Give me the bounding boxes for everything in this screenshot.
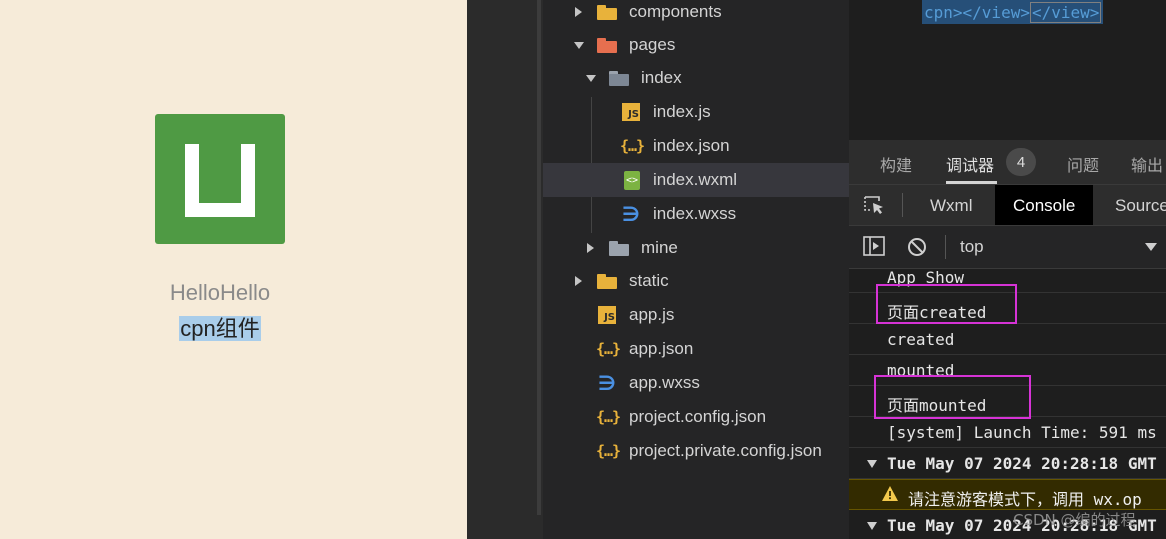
console-group[interactable]: Tue May 07 2024 20:28:18 GMT [849, 448, 1166, 479]
tree-item-index-wxml[interactable]: <> index.wxml [543, 163, 849, 197]
tree-item-project-private-config[interactable]: {…} project.private.config.json [543, 434, 849, 468]
warning-icon [881, 485, 899, 506]
panel-gap [467, 0, 543, 539]
console-line: [system] Launch Time: 591 ms [849, 417, 1166, 448]
wxml-file-icon: <> [622, 170, 642, 190]
chevron-down-icon[interactable] [867, 522, 877, 530]
tree-item-label: mine [641, 238, 678, 257]
tree-item-label: index.js [653, 102, 711, 121]
components-folder-icon [597, 2, 617, 22]
tree-item-label: components [629, 2, 722, 21]
pages-folder-icon [597, 35, 617, 55]
js-file-icon: JS [621, 102, 641, 122]
matching-tag: </view> [1029, 1, 1102, 23]
chevron-right-icon[interactable] [575, 276, 582, 286]
debugger-panel: 构建 调试器 4 问题 输出 Wxml Console Source top A… [849, 140, 1166, 539]
tree-item-mine[interactable]: mine [543, 231, 849, 265]
tree-item-label: index.wxml [653, 170, 738, 189]
tab-output[interactable]: 输出 [1131, 152, 1163, 176]
tree-item-app-wxss[interactable]: ∋ app.wxss [543, 366, 849, 400]
tab-wxml[interactable]: Wxml [930, 185, 972, 226]
tree-item-label: index.json [653, 136, 730, 155]
chevron-right-icon[interactable] [587, 243, 594, 253]
wxss-file-icon: ∋ [622, 202, 640, 226]
chevron-right-icon[interactable] [575, 7, 582, 17]
clear-console-icon[interactable] [907, 237, 927, 262]
tree-item-app-json[interactable]: {…} app.json [543, 332, 849, 366]
tab-console[interactable]: Console [995, 185, 1094, 226]
tab-badge: 4 [1006, 148, 1036, 176]
chevron-down-icon[interactable] [1145, 243, 1157, 251]
tab-issues[interactable]: 问题 [1067, 152, 1099, 176]
tab-sources[interactable]: Source [1115, 185, 1166, 226]
console-output: App Show 页面created created mounted 页面mou… [849, 268, 1166, 539]
tab-debugger[interactable]: 调试器 [946, 152, 994, 176]
console-line: 页面mounted [849, 375, 1166, 419]
code-text: cpn></view> [924, 2, 1030, 22]
console-warning: 请注意游客模式下，调用 wx.op [849, 479, 1166, 510]
inspect-element-icon[interactable] [863, 185, 887, 226]
devtools-tabs: Wxml Console Source [849, 184, 1166, 226]
code-editor[interactable]: cpn></view> </view> [849, 0, 1166, 140]
console-line: 页面created [849, 284, 1166, 324]
tree-item-project-config[interactable]: {…} project.config.json [543, 400, 849, 434]
highlight-box [874, 375, 1031, 419]
chevron-down-icon[interactable] [574, 42, 584, 49]
tree-item-label: app.json [629, 339, 694, 358]
wxss-file-icon: ∋ [598, 371, 616, 395]
file-explorer: components pages index JS index.js {…} i… [543, 0, 849, 539]
tree-item-app-js[interactable]: JS app.js [543, 298, 849, 332]
tree-item-static[interactable]: static [543, 264, 849, 298]
tree-item-label: static [629, 271, 669, 290]
tree-item-index-js[interactable]: JS index.js [543, 95, 849, 129]
simulator-preview: HelloHello cpn组件 [0, 0, 467, 539]
folder-open-icon [609, 68, 629, 88]
scrollbar[interactable] [537, 0, 541, 515]
json-file-icon: {…} [595, 408, 621, 426]
watermark: CSDN @编的过程 [1013, 511, 1136, 529]
tab-build[interactable]: 构建 [880, 152, 912, 176]
tree-item-pages[interactable]: pages [543, 28, 849, 62]
tree-item-index-folder[interactable]: index [543, 61, 849, 95]
json-file-icon: {…} [619, 137, 645, 155]
tree-item-label: project.private.config.json [629, 441, 822, 460]
json-file-icon: {…} [595, 442, 621, 460]
js-file-icon: JS [597, 305, 617, 325]
tree-item-index-json[interactable]: {…} index.json [543, 129, 849, 163]
tree-item-label: app.js [629, 305, 675, 324]
toolbar-divider [902, 193, 903, 217]
sidebar-toggle-icon[interactable] [863, 236, 885, 261]
tree-item-label: index [641, 68, 682, 87]
uni-app-logo-icon [155, 114, 285, 244]
chevron-down-icon[interactable] [586, 75, 596, 82]
cpn-component-text: cpn组件 [179, 316, 261, 341]
tree-item-components[interactable]: components [543, 0, 849, 29]
highlight-box [876, 284, 1017, 324]
json-file-icon: {…} [595, 340, 621, 358]
tree-item-label: index.wxss [653, 204, 737, 223]
tree-item-label: project.config.json [629, 407, 767, 426]
tree-item-label: pages [629, 35, 676, 54]
code-line[interactable]: cpn></view> </view> [922, 0, 1104, 24]
chevron-down-icon[interactable] [867, 460, 877, 468]
tree-item-index-wxss[interactable]: ∋ index.wxss [543, 197, 849, 231]
console-line: created [849, 324, 1166, 355]
context-select[interactable]: top [960, 237, 984, 257]
bottom-panel-tabs: 构建 调试器 4 问题 输出 [849, 140, 1166, 184]
folder-icon [609, 238, 629, 258]
hello-text: HelloHello [169, 280, 271, 305]
static-folder-icon [597, 271, 617, 291]
toolbar-divider [945, 235, 946, 259]
tree-item-label: app.wxss [629, 373, 700, 392]
